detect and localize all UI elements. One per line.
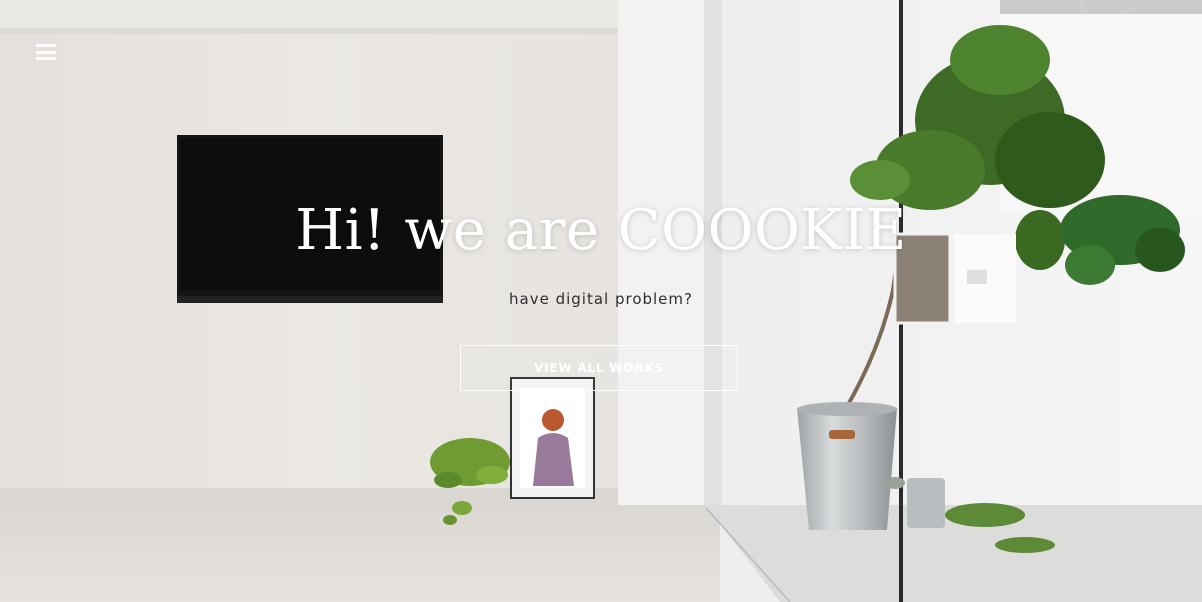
menu-bar-top (36, 44, 56, 47)
menu-bar-bottom (36, 57, 56, 60)
view-all-works-button[interactable]: VIEW ALL WORKS (460, 345, 738, 391)
hero-headline: Hi! we are COOOKIE (295, 198, 907, 263)
hero-subheadline: have digital problem? (509, 290, 693, 308)
hamburger-menu-icon[interactable] (36, 44, 56, 60)
hero-section: Hi! we are COOOKIE have digital problem?… (0, 0, 1202, 602)
menu-bar-middle (36, 50, 56, 54)
